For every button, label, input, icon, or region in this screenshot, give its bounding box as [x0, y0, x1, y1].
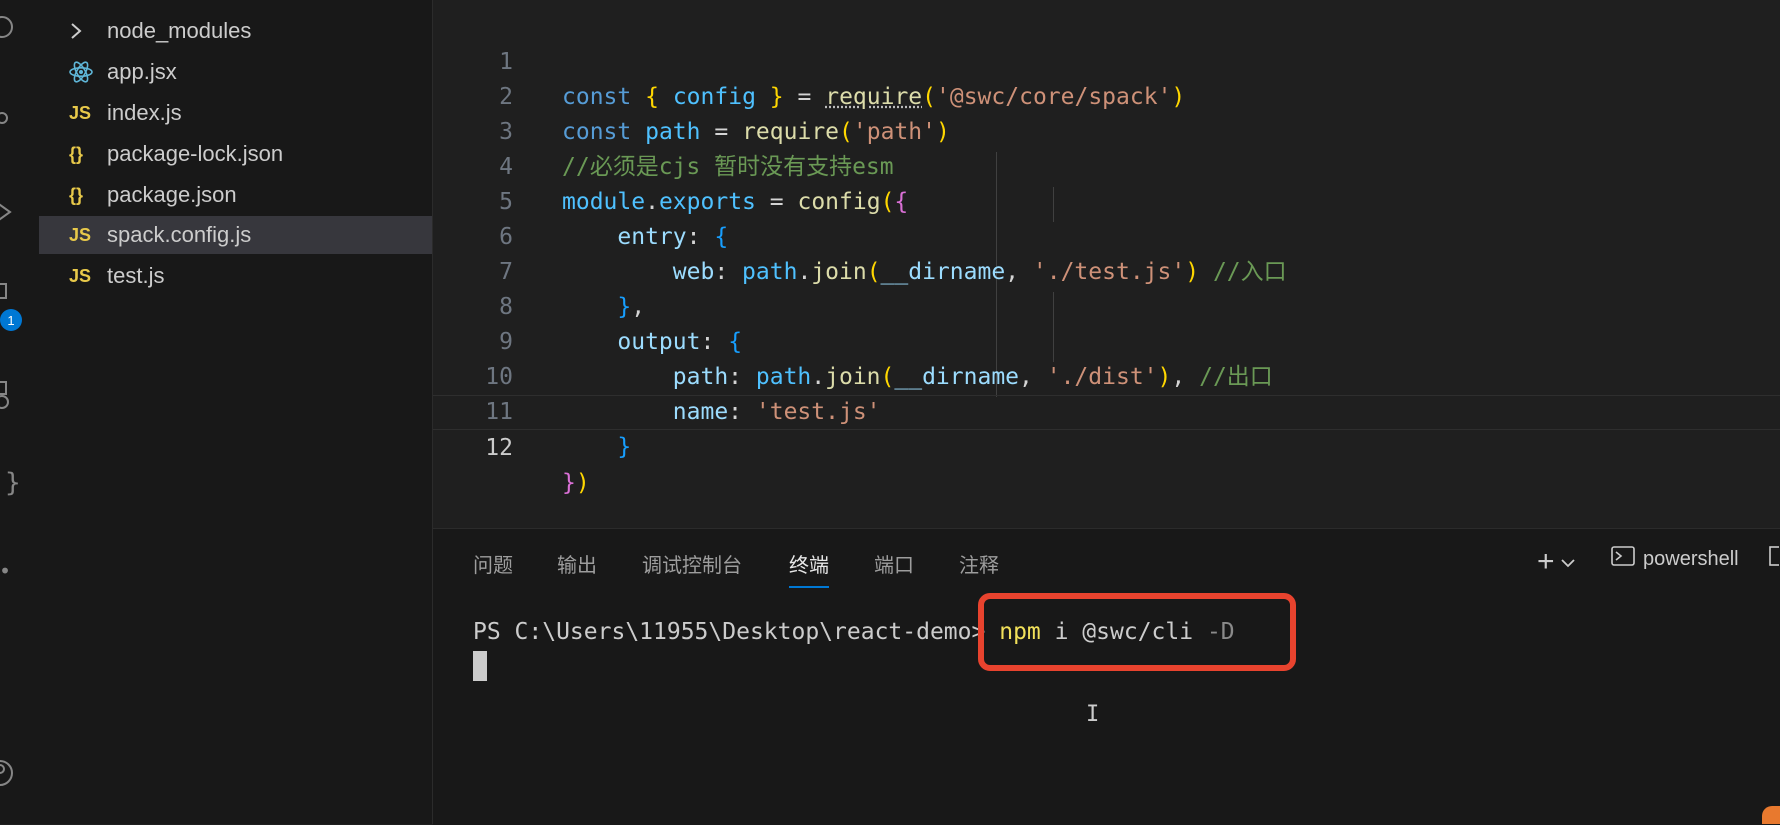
account-icon[interactable]	[0, 758, 20, 788]
extensions-icon[interactable]	[0, 278, 20, 308]
activity-bar: 1 .} •	[0, 0, 40, 824]
code-line: 9 path: path.join(__dirname, './dist'), …	[433, 290, 1780, 390]
file-name: spack.config.js	[107, 222, 252, 247]
bottom-panel: 问题 输出 调试控制台 终端 端口 注释 + powershell PS C:\…	[433, 528, 1780, 825]
file-name: node_modules	[107, 18, 252, 43]
code-line: 6 web: path.join(__dirname, './test.js')…	[433, 185, 1780, 285]
code-text: }	[617, 434, 632, 460]
file-name: package-lock.json	[107, 141, 284, 166]
extensions-badge: 1	[0, 309, 22, 331]
split-terminal-icon[interactable]	[1769, 545, 1779, 567]
mouse-ibeam-cursor: I	[1086, 702, 1100, 727]
file-name: test.js	[107, 263, 165, 288]
json-file-icon: {}	[69, 184, 84, 205]
tab-comments[interactable]: 注释	[959, 549, 999, 586]
annotation-highlight-box	[978, 593, 1296, 671]
tab-terminal[interactable]: 终端	[789, 549, 829, 588]
tab-output[interactable]: 输出	[557, 549, 597, 586]
tab-ports[interactable]: 端口	[874, 549, 914, 586]
file-name: app.jsx	[107, 59, 177, 84]
terminal-shell-selector[interactable]: powershell	[1611, 545, 1739, 573]
file-name: index.js	[107, 100, 182, 125]
explorer-item-test-js[interactable]: JS test.js	[39, 257, 432, 295]
plus-icon: +	[1537, 545, 1555, 578]
chevron-right-icon	[69, 22, 103, 40]
chevron-down-icon[interactable]	[1560, 551, 1575, 574]
js-file-icon: JS	[69, 102, 92, 123]
js-file-icon: JS	[69, 265, 92, 286]
terminal-icon	[1611, 545, 1635, 573]
code-line: 7 },	[433, 220, 1780, 320]
run-debug-icon[interactable]	[0, 197, 20, 227]
corner-decoration	[1762, 806, 1780, 824]
tab-debug-console[interactable]: 调试控制台	[642, 549, 742, 586]
code-line: 11 }	[433, 360, 1780, 460]
code-line: 1 const { config } = require('@swc/core/…	[433, 10, 1780, 110]
json-icon[interactable]: .}	[0, 468, 21, 498]
explorer-item-node-modules[interactable]: node_modules	[39, 12, 432, 50]
line-number: 12	[485, 435, 513, 461]
code-line: 8 output: {	[433, 255, 1780, 355]
terminal-prompt: PS C:\Users\11955\Desktop\react-demo>	[473, 619, 986, 645]
explorer-item-spack-config-js[interactable]: JS spack.config.js	[39, 216, 432, 254]
shell-label: powershell	[1643, 547, 1739, 570]
js-file-icon: JS	[69, 224, 92, 245]
terminal-cursor	[473, 651, 487, 681]
explorer-item-package-json[interactable]: {} package.json	[39, 176, 432, 214]
remote-explorer-icon[interactable]	[0, 380, 20, 410]
explorer-item-app-jsx[interactable]: app.jsx	[39, 53, 432, 91]
explorer-item-package-lock-json[interactable]: {} package-lock.json	[39, 135, 432, 173]
code-line-current: 12 })	[433, 395, 1780, 496]
source-control-icon[interactable]	[0, 108, 20, 138]
more-icon[interactable]: •	[0, 556, 20, 586]
react-icon	[69, 61, 103, 83]
code-editor[interactable]: 1 const { config } = require('@swc/core/…	[433, 0, 1780, 528]
code-line: 3 //必须是cjs 暂时没有支持esm	[433, 80, 1780, 180]
code-text: })	[562, 470, 590, 496]
code-line: 2 const path = require('path')	[433, 45, 1780, 145]
tab-problems[interactable]: 问题	[473, 549, 513, 586]
explorer-icon[interactable]	[0, 12, 20, 42]
json-file-icon: {}	[69, 143, 84, 164]
code-line: 5 entry: {	[433, 150, 1780, 250]
code-line: 10 name: 'test.js'	[433, 325, 1780, 425]
new-terminal-button[interactable]: +	[1537, 545, 1575, 579]
code-line: 4 module.exports = config({	[433, 115, 1780, 215]
explorer-item-index-js[interactable]: JS index.js	[39, 94, 432, 132]
file-name: package.json	[107, 182, 237, 207]
explorer-panel: node_modules app.jsx JS index.js {} pack…	[39, 0, 433, 824]
